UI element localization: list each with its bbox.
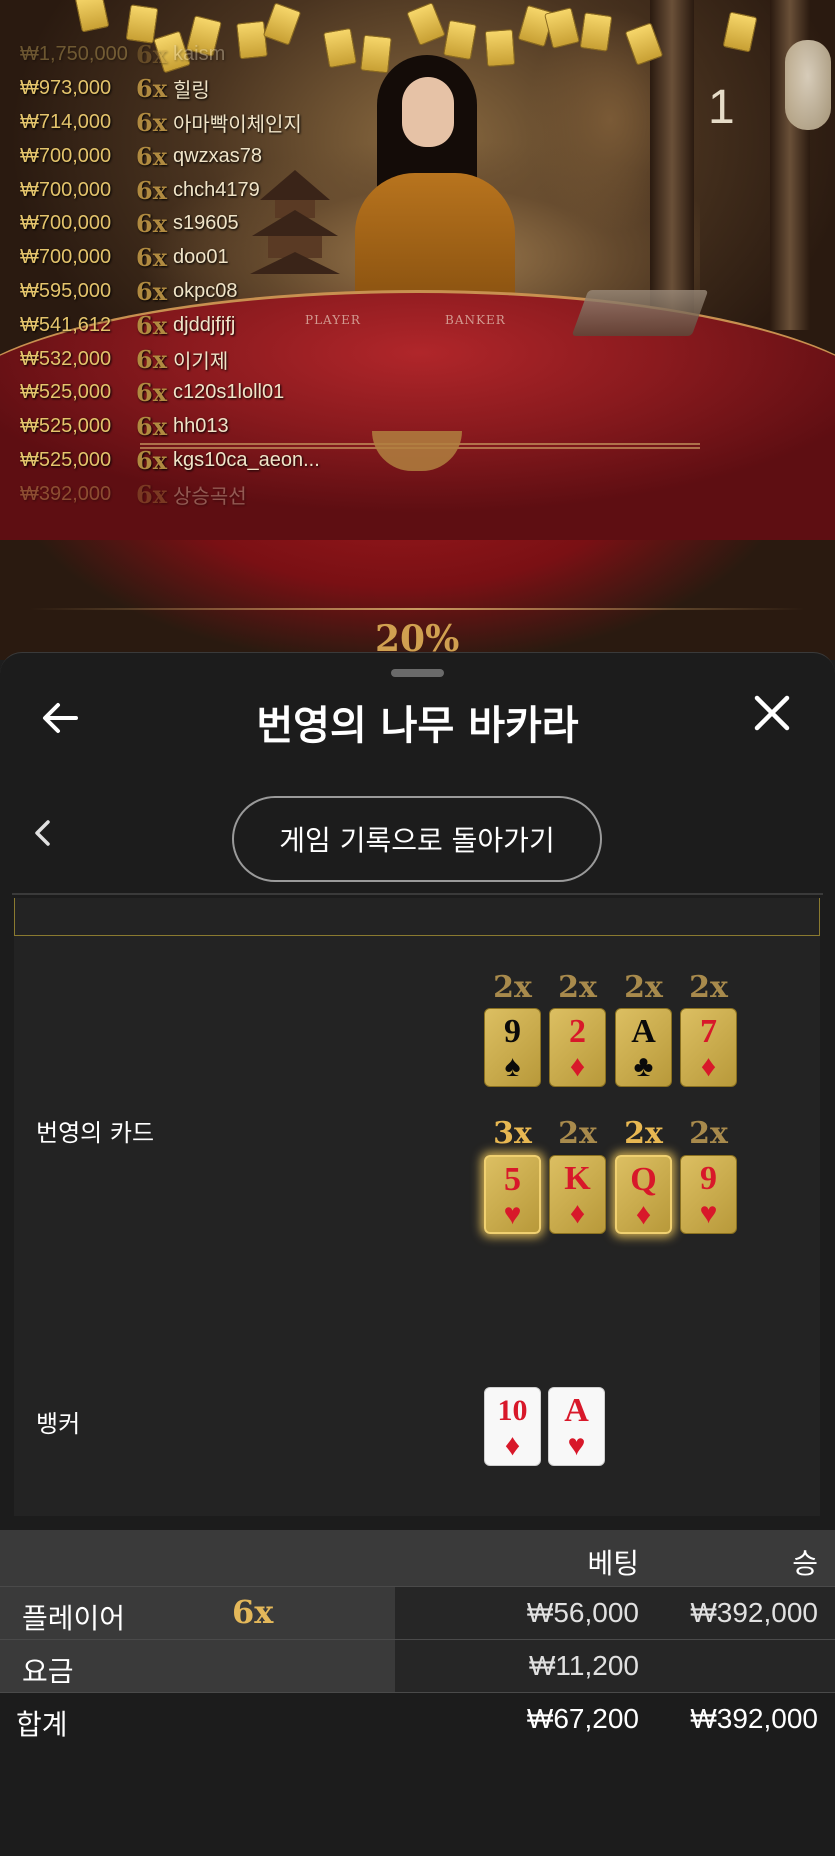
winner-row: ₩532,000 6x 이기제 (20, 344, 229, 374)
prosperity-card: A ♣ (615, 1008, 672, 1087)
prosperity-cards-label: 번영의 카드 (36, 1119, 155, 1147)
winner-row: ₩595,000 6x okpc08 (20, 276, 238, 306)
bet-summary-table: 베팅 승 플레이어 6x ₩56,000 ₩392,000 요금 ₩11,200… (0, 1530, 835, 1746)
close-icon[interactable] (748, 693, 796, 741)
winner-row: ₩392,000 6x 상승곡선 (20, 479, 247, 509)
game-detail-sheet: 번영의 나무 바카라 게임 기록으로 돌아가기 번영의 카드 2x 2x 2x … (0, 652, 835, 1856)
divider (12, 893, 823, 895)
sheet-title: 번영의 나무 바카라 (256, 703, 579, 749)
multiplier-label: 2x (689, 1116, 728, 1151)
total-bet: ₩67,200 (526, 1703, 639, 1734)
result-bar (14, 898, 820, 936)
multiplier-label: 2x (624, 1116, 663, 1151)
multiplier-label: 2x (493, 970, 532, 1005)
gold-card-decoration (406, 2, 446, 46)
gold-card-decoration (722, 11, 758, 53)
multiplier-label: 2x (558, 1116, 597, 1151)
lantern-icon (785, 40, 831, 130)
divider-line (30, 608, 805, 610)
prosperity-card-highlighted: Q ♦ (615, 1155, 672, 1234)
prosperity-card-highlighted: 5 ♥ (484, 1155, 541, 1234)
winner-row: ₩973,000 6x 힐링 (20, 74, 210, 104)
multiplier-label: 2x (624, 970, 663, 1005)
live-video: PLAYER BANKER 1 ₩1,750,000 6x kaism ₩973,0… (0, 0, 835, 660)
winner-row: ₩700,000 6x s19605 (20, 209, 239, 239)
row-bet: ₩11,200 (529, 1650, 639, 1681)
winner-row: ₩714,000 6x 아마빡이체인지 (20, 107, 302, 137)
winner-row: ₩700,000 6x doo01 (20, 243, 229, 273)
countdown-timer: 1 (708, 81, 735, 134)
round-result-panel: 번영의 카드 2x 2x 2x 2x 9 ♠ 2 ♦ A ♣ 7 ♦ 3x 2x 2x … (14, 898, 820, 1516)
row-win: ₩392,000 (690, 1597, 818, 1628)
card-shoe (571, 290, 709, 336)
winner-row: ₩541,612 6x djddjfjfj (20, 310, 236, 340)
winner-row: ₩525,000 6x kgs10ca_aeon... (20, 445, 320, 475)
row-multiplier: 6x (232, 1593, 274, 1631)
winner-row: ₩1,750,000 6x kaism (20, 40, 226, 70)
row-label: 요금 (22, 1656, 74, 1687)
total-label: 합계 (16, 1709, 68, 1740)
banker-card: A ♥ (548, 1387, 605, 1466)
drag-handle[interactable] (391, 669, 444, 677)
row-bet: ₩56,000 (526, 1597, 639, 1628)
table-row: 플레이어 6x ₩56,000 ₩392,000 (0, 1587, 835, 1640)
gold-card-decoration (579, 12, 613, 52)
prosperity-card: 9 ♠ (484, 1008, 541, 1087)
table-banker-label: BANKER (445, 313, 506, 327)
back-to-history-button[interactable]: 게임 기록으로 돌아가기 (232, 796, 602, 882)
winners-list: ₩1,750,000 6x kaism ₩973,000 6x 힐링 ₩714,000 6… (20, 38, 340, 511)
prosperity-card: 7 ♦ (680, 1008, 737, 1087)
dealer (355, 55, 515, 303)
prosperity-tree (480, 0, 740, 300)
prosperity-card: 9 ♥ (680, 1155, 737, 1234)
gold-card-decoration (74, 0, 110, 33)
winner-row: ₩700,000 6x chch4179 (20, 175, 260, 205)
table-header: 베팅 승 (0, 1530, 835, 1587)
multiplier-label: 2x (689, 970, 728, 1005)
banker-label: 뱅커 (36, 1410, 81, 1438)
multiplier-label: 3x (493, 1116, 532, 1151)
total-win: ₩392,000 (690, 1703, 818, 1734)
prosperity-card: K ♦ (549, 1155, 606, 1234)
chevron-left-icon[interactable] (32, 818, 62, 854)
winner-row: ₩700,000 6x qwzxas78 (20, 141, 262, 171)
banker-card: 10 ♦ (484, 1387, 541, 1466)
table-row: 요금 ₩11,200 (0, 1640, 835, 1693)
multiplier-label: 2x (558, 970, 597, 1005)
win-header: 승 (792, 1548, 818, 1579)
table-total-row: 합계 ₩67,200 ₩392,000 (0, 1693, 835, 1746)
prosperity-card: 2 ♦ (549, 1008, 606, 1087)
winner-row: ₩525,000 6x hh013 (20, 412, 229, 442)
app-root: PLAYER BANKER 1 ₩1,750,000 6x kaism ₩973,0… (0, 0, 835, 1856)
winner-row: ₩525,000 6x c120s1loll01 (20, 378, 285, 408)
bet-header: 베팅 (587, 1548, 639, 1579)
fan-emblem (372, 431, 462, 471)
row-label: 플레이어 (22, 1603, 126, 1634)
